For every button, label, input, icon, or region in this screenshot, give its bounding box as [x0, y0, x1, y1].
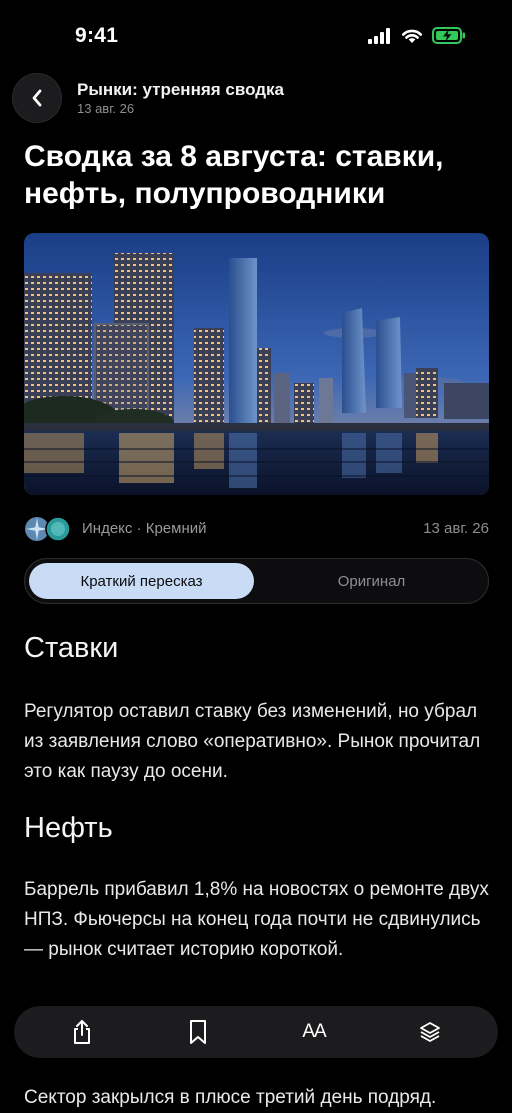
status-time: 9:41	[75, 24, 119, 47]
hero-image	[24, 233, 489, 495]
section-title: Ставки	[24, 632, 119, 664]
back-button[interactable]	[12, 73, 62, 123]
reader-toolbar: AA	[14, 1006, 498, 1058]
layers-icon	[420, 1022, 440, 1042]
bookmark-button[interactable]	[181, 1016, 215, 1048]
status-icons	[368, 27, 466, 44]
wifi-icon	[401, 29, 423, 43]
tab-summary[interactable]: Краткий пересказ	[29, 563, 254, 599]
source-name[interactable]: Индекс · Кремний	[82, 520, 207, 537]
section-title: Нефть	[24, 812, 113, 844]
trailing-paragraph: Сектор закрылся в плюсе третий день подр…	[24, 1087, 437, 1108]
text-size-button[interactable]: AA	[297, 1016, 331, 1048]
section-paragraph: Баррель прибавил 1,8% на новостях о ремо…	[24, 879, 489, 960]
tab-original[interactable]: Оригинал	[261, 563, 482, 599]
share-button[interactable]	[65, 1016, 99, 1048]
source-date: 13 авг. 26	[423, 520, 489, 537]
status-bar: 9:41	[0, 0, 512, 72]
share-icon	[74, 1020, 90, 1044]
source-avatars	[25, 516, 71, 542]
text-size-label: AA	[302, 1021, 326, 1042]
source-row: Индекс · Кремний 13 авг. 26	[24, 514, 489, 544]
summary-toggle: Краткий пересказ Оригинал	[24, 558, 489, 604]
layers-button[interactable]	[413, 1016, 447, 1048]
article-headline: Сводка за 8 августа: ставки, нефть, полу…	[24, 140, 444, 210]
feed-date: 13 авг. 26	[77, 101, 135, 116]
bookmark-icon	[190, 1020, 206, 1044]
chevron-left-icon	[32, 89, 42, 107]
signal-icon	[368, 27, 390, 44]
section-paragraph: Регулятор оставил ставку без изменений, …	[24, 701, 481, 782]
battery-charging-icon	[432, 27, 465, 44]
feed-title: Рынки: утренняя сводка	[77, 80, 284, 99]
